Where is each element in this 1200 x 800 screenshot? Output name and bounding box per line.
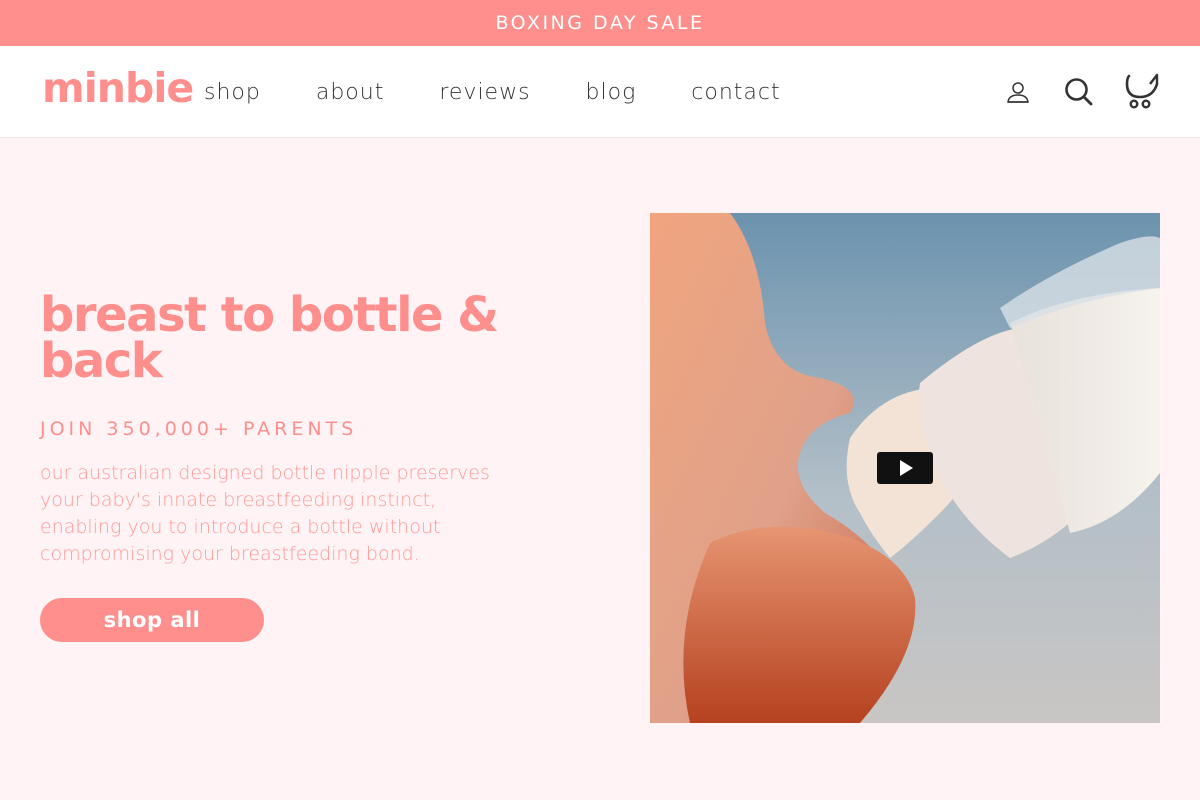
- site-header: minbie shop about reviews blog contact: [0, 46, 1200, 138]
- nav-blog[interactable]: blog: [586, 80, 637, 105]
- nav-reviews[interactable]: reviews: [439, 80, 530, 105]
- nav-about[interactable]: about: [316, 80, 384, 105]
- search-icon[interactable]: [1064, 77, 1094, 112]
- hero-video[interactable]: [650, 213, 1160, 723]
- nav-contact[interactable]: contact: [691, 80, 780, 105]
- main-nav: shop about reviews blog contact: [204, 80, 781, 105]
- hero-subtitle: JOIN 350,000+ PARENTS: [40, 418, 358, 440]
- announcement-text: BOXING DAY SALE: [495, 12, 705, 34]
- logo[interactable]: minbie: [42, 64, 194, 112]
- announcement-bar: BOXING DAY SALE: [0, 0, 1200, 46]
- hero-title: breast to bottle & back: [40, 287, 499, 389]
- nav-shop[interactable]: shop: [204, 80, 261, 105]
- play-icon: [900, 460, 913, 476]
- shop-all-button[interactable]: shop all: [40, 598, 264, 642]
- user-icon[interactable]: [1006, 80, 1030, 111]
- cart-icon[interactable]: [1124, 72, 1160, 115]
- hero-description: our australian designed bottle nipple pr…: [40, 462, 490, 565]
- play-button[interactable]: [877, 452, 933, 484]
